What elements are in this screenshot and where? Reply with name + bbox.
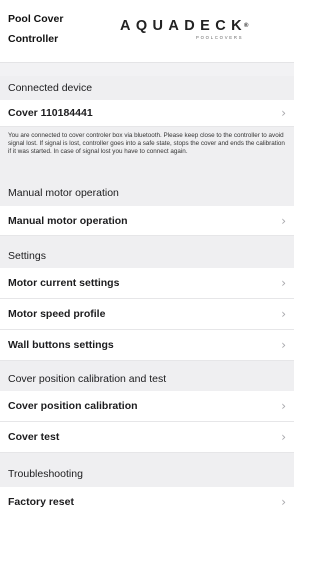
wall-buttons-settings-label: Wall buttons settings [8, 339, 114, 351]
cover-position-calibration-row[interactable]: Cover position calibration › [0, 391, 294, 422]
chevron-right-icon: › [281, 307, 286, 321]
motor-current-settings-label: Motor current settings [8, 277, 120, 289]
section-header-troubleshooting: Troubleshooting [0, 453, 294, 487]
chevron-right-icon: › [281, 213, 286, 228]
aquadeck-logo: AQUADECK® POOLCOVERS [120, 18, 288, 40]
motor-speed-profile-row[interactable]: Motor speed profile › [0, 299, 294, 330]
factory-reset-label: Factory reset [8, 496, 74, 508]
section-header-settings: Settings [0, 236, 294, 268]
bluetooth-info-text: You are connected to cover controler box… [0, 127, 294, 179]
chevron-right-icon: › [281, 106, 286, 120]
chevron-right-icon: › [281, 338, 286, 352]
top-spacer [0, 62, 294, 76]
connected-device-label: Cover 110184441 [8, 107, 93, 119]
manual-motor-operation-row[interactable]: Manual motor operation › [0, 206, 294, 236]
logo-wordmark: AQUADECK [120, 18, 247, 34]
chevron-right-icon: › [281, 495, 286, 509]
manual-motor-operation-label: Manual motor operation [8, 214, 128, 227]
logo-subtitle: POOLCOVERS [196, 35, 244, 40]
cover-position-calibration-label: Cover position calibration [8, 400, 138, 412]
chevron-right-icon: › [281, 430, 286, 444]
app-header: Pool Cover Controller AQUADECK® POOLCOVE… [0, 0, 294, 62]
motor-speed-profile-label: Motor speed profile [8, 308, 106, 320]
wall-buttons-settings-row[interactable]: Wall buttons settings › [0, 330, 294, 361]
section-header-manual-motor: Manual motor operation [0, 179, 294, 206]
cover-test-row[interactable]: Cover test › [0, 422, 294, 453]
connected-device-row[interactable]: Cover 110184441 › [0, 100, 294, 127]
chevron-right-icon: › [281, 276, 286, 290]
section-header-connected-device: Connected device [0, 76, 294, 100]
factory-reset-row[interactable]: Factory reset › [0, 487, 294, 517]
motor-current-settings-row[interactable]: Motor current settings › [0, 268, 294, 299]
app-title: Pool Cover Controller [8, 13, 64, 45]
logo-registered-mark: ® [243, 23, 249, 29]
chevron-right-icon: › [281, 399, 286, 413]
cover-test-label: Cover test [8, 431, 60, 443]
section-header-calibration: Cover position calibration and test [0, 361, 294, 391]
